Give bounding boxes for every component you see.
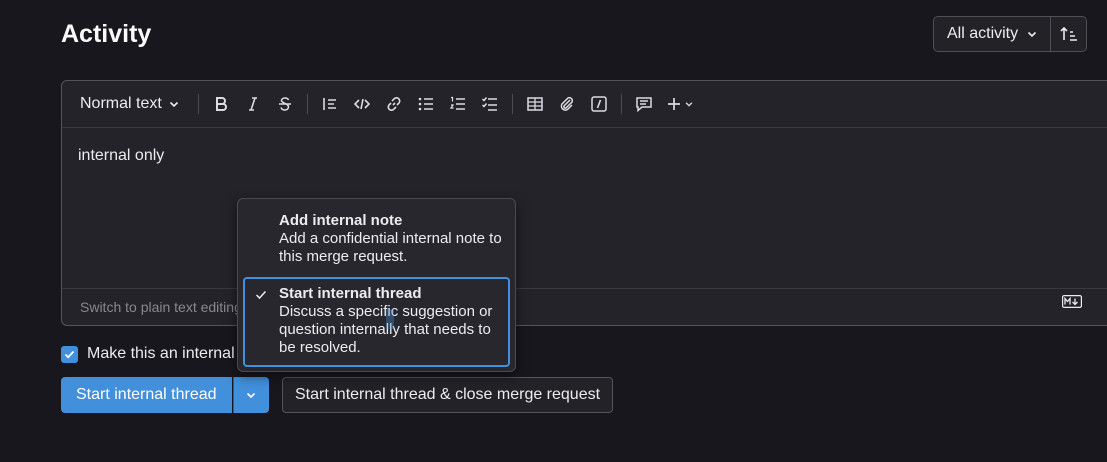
more-options-button[interactable] bbox=[660, 89, 700, 119]
bullet-list-button[interactable] bbox=[410, 89, 442, 119]
check-icon bbox=[255, 290, 267, 300]
numbered-list-button[interactable] bbox=[442, 89, 474, 119]
plus-icon bbox=[667, 98, 680, 110]
strikethrough-icon bbox=[278, 97, 291, 111]
activity-title: Activity bbox=[61, 20, 152, 48]
activity-filter-group: All activity bbox=[933, 16, 1088, 52]
switch-to-plain-text-link[interactable]: Switch to plain text editing bbox=[80, 299, 242, 315]
editor-toolbar: Normal text bbox=[62, 81, 1107, 128]
blockquote-button[interactable] bbox=[314, 89, 346, 119]
attach-icon bbox=[560, 96, 573, 111]
slash-command-button[interactable] bbox=[583, 89, 615, 119]
toolbar-divider bbox=[197, 94, 199, 114]
activity-filter-label: All activity bbox=[947, 25, 1019, 42]
numbered-list-icon bbox=[449, 96, 465, 110]
insert-comment-button[interactable] bbox=[628, 89, 660, 119]
attach-file-button[interactable] bbox=[551, 89, 583, 119]
menu-item-title: Add internal note bbox=[279, 212, 403, 229]
activity-filter-dropdown[interactable]: All activity bbox=[933, 16, 1052, 52]
toolbar-divider bbox=[620, 94, 622, 114]
task-list-icon bbox=[481, 97, 497, 111]
text-cursor bbox=[386, 309, 394, 329]
strikethrough-button[interactable] bbox=[269, 89, 301, 119]
italic-icon bbox=[248, 97, 257, 111]
slash-command-icon bbox=[591, 96, 607, 112]
link-icon bbox=[387, 97, 401, 111]
checkmark-icon bbox=[64, 350, 75, 358]
blockquote-icon bbox=[322, 98, 336, 110]
submit-split-button: Start internal thread bbox=[61, 377, 269, 413]
text-style-label: Normal text bbox=[80, 95, 162, 112]
comment-icon bbox=[636, 97, 652, 113]
menu-item-start-internal-thread[interactable]: Start internal thread Discuss a specific… bbox=[243, 277, 510, 367]
start-thread-and-close-button[interactable]: Start internal thread & close merge requ… bbox=[282, 377, 614, 413]
editor-footer: Switch to plain text editing bbox=[62, 288, 1107, 325]
code-button[interactable] bbox=[346, 89, 378, 119]
sort-direction-button[interactable] bbox=[1051, 16, 1088, 52]
toolbar-divider bbox=[306, 94, 308, 114]
menu-item-title: Start internal thread bbox=[279, 285, 422, 302]
chevron-down-icon bbox=[685, 102, 693, 107]
sort-ascending-icon bbox=[1060, 26, 1077, 41]
internal-note-checkbox[interactable] bbox=[61, 345, 78, 363]
code-icon bbox=[353, 98, 370, 110]
table-icon bbox=[527, 97, 543, 111]
bold-icon bbox=[215, 97, 227, 111]
bullet-list-icon bbox=[418, 97, 433, 111]
menu-item-add-internal-note[interactable]: Add internal note Add a confidential int… bbox=[243, 212, 510, 280]
markdown-icon bbox=[1062, 295, 1082, 313]
task-list-button[interactable] bbox=[474, 89, 506, 119]
toolbar-divider bbox=[511, 94, 513, 114]
start-internal-thread-button[interactable]: Start internal thread bbox=[61, 377, 232, 413]
italic-button[interactable] bbox=[237, 89, 269, 119]
chevron-down-icon bbox=[1028, 31, 1037, 38]
chevron-down-icon bbox=[246, 392, 256, 399]
submit-options-toggle[interactable] bbox=[232, 377, 269, 413]
comment-editor: Normal text internal only Switch to plai… bbox=[61, 80, 1107, 326]
menu-item-description: Add a confidential internal note to this… bbox=[279, 230, 502, 265]
submit-options-menu: Add internal note Add a confidential int… bbox=[237, 198, 516, 372]
chevron-down-icon bbox=[169, 101, 178, 108]
link-button[interactable] bbox=[378, 89, 410, 119]
table-button[interactable] bbox=[519, 89, 551, 119]
bold-button[interactable] bbox=[205, 89, 237, 119]
text-style-dropdown[interactable]: Normal text bbox=[80, 95, 180, 113]
editor-text-area[interactable]: internal only bbox=[78, 147, 164, 165]
